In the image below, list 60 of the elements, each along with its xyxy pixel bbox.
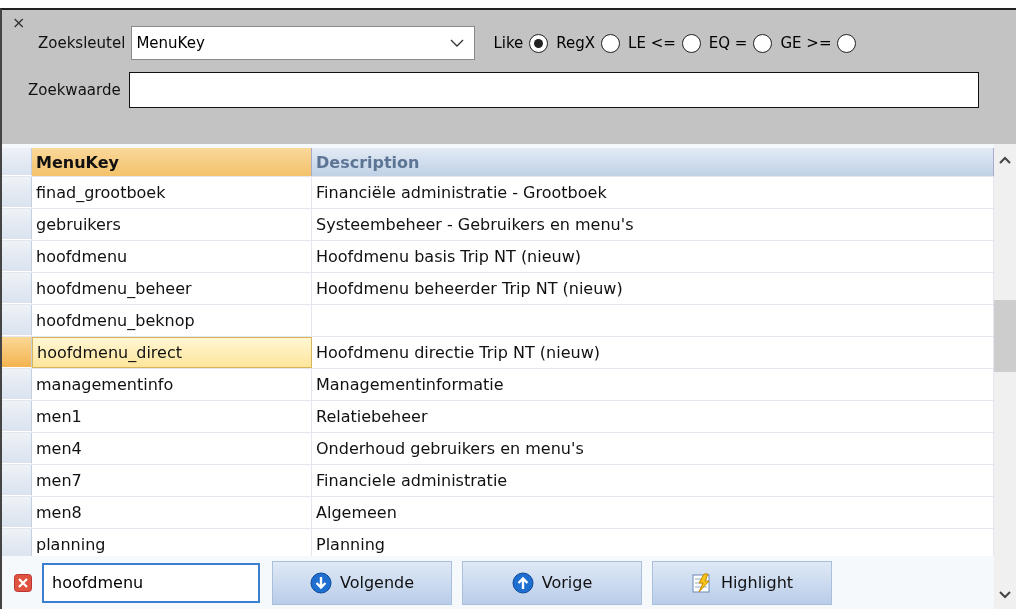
table-cell: hoofdmenu_direct: [32, 337, 312, 368]
close-button[interactable]: ×: [12, 16, 26, 30]
arrow-down-icon: [309, 571, 332, 594]
table-cell: Algemeen: [312, 497, 994, 528]
search-key-dropdown[interactable]: MenuKey: [131, 26, 476, 60]
search-value-field[interactable]: [128, 72, 979, 108]
scrollbar[interactable]: [994, 144, 1016, 609]
table-cell: Hoofdmenu beheerder Trip NT (nieuw): [312, 273, 994, 304]
search-key-label: Zoeksleutel: [38, 34, 126, 52]
find-field[interactable]: hoofdmenu: [42, 562, 260, 603]
find-button[interactable]: Volgende: [272, 560, 452, 605]
scrollbar-thumb[interactable]: [994, 300, 1016, 372]
table-cell: hoofdmenu_beheer: [32, 273, 312, 304]
table-cell: finad_grootboek: [32, 177, 312, 208]
find-button[interactable]: Vorige: [462, 560, 642, 605]
table-cell: men8: [32, 497, 312, 528]
row-selector[interactable]: [2, 401, 32, 432]
row-selector[interactable]: [2, 337, 32, 368]
table-cell: Planning: [312, 529, 994, 556]
match-mode-radio[interactable]: LE <=: [628, 33, 701, 53]
table-cell: men4: [32, 433, 312, 464]
highlight-icon: [690, 571, 713, 594]
row-selector[interactable]: [2, 433, 32, 464]
table-cell: men7: [32, 465, 312, 496]
chevron-down-icon[interactable]: [999, 591, 1011, 599]
chevron-down-icon: [450, 39, 465, 47]
table-cell: Hoofdmenu basis Trip NT (nieuw): [312, 241, 994, 272]
row-selector[interactable]: [2, 305, 32, 336]
find-button[interactable]: Highlight: [652, 560, 832, 605]
table-cell: Systeembeheer - Gebruikers en menu's: [312, 209, 994, 240]
corner-cell[interactable]: [2, 148, 32, 176]
chevron-up-icon[interactable]: [999, 156, 1011, 164]
match-mode-radio[interactable]: GE >=: [780, 33, 857, 53]
column-header[interactable]: MenuKey: [32, 148, 312, 176]
row-selector[interactable]: [2, 209, 32, 240]
row-selector[interactable]: [2, 529, 32, 556]
search-value-label: Zoekwaarde: [28, 81, 121, 99]
table-cell: Onderhoud gebruikers en menu's: [312, 433, 994, 464]
table-cell: Financiele administratie: [312, 465, 994, 496]
table-cell: men1: [32, 401, 312, 432]
table-cell: Relatiebeheer: [312, 401, 994, 432]
close-icon[interactable]: [14, 573, 32, 592]
match-mode-radio[interactable]: Like: [493, 33, 549, 53]
table-cell: managementinfo: [32, 369, 312, 400]
row-selector[interactable]: [2, 177, 32, 208]
table-cell: Hoofdmenu directie Trip NT (nieuw): [312, 337, 994, 368]
table-cell: Financiële administratie - Grootboek: [312, 177, 994, 208]
table-cell: Managementinformatie: [312, 369, 994, 400]
row-selector[interactable]: [2, 241, 32, 272]
table-cell: hoofdmenu_beknop: [32, 305, 312, 336]
match-mode-radio[interactable]: EQ =: [708, 33, 773, 53]
table-cell: gebruikers: [32, 209, 312, 240]
table-cell: hoofdmenu: [32, 241, 312, 272]
table-cell: planning: [32, 529, 312, 556]
row-selector[interactable]: [2, 369, 32, 400]
row-selector[interactable]: [2, 273, 32, 304]
arrow-up-icon: [511, 571, 534, 594]
row-selector[interactable]: [2, 465, 32, 496]
match-mode-radio[interactable]: RegX: [556, 33, 621, 53]
row-selector[interactable]: [2, 497, 32, 528]
